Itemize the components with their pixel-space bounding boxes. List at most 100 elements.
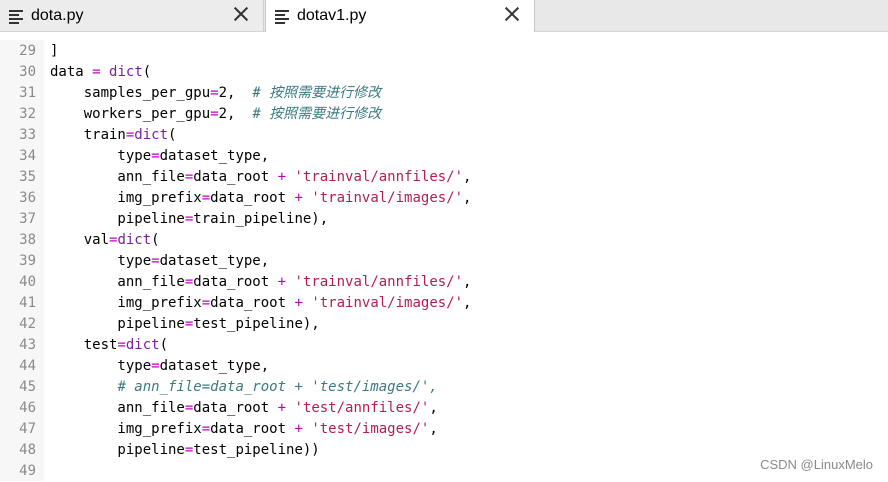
line-number: 30 (19, 64, 36, 80)
line-number: 37 (19, 211, 36, 227)
code-string: 'trainval/images/' (311, 295, 464, 311)
code-token: data (50, 64, 93, 80)
code-token: + (277, 169, 287, 185)
code-token: = (151, 148, 160, 164)
code-keyword: dict (109, 64, 143, 80)
code-line[interactable]: ann_file=data_root + 'trainval/annfiles/… (50, 272, 471, 293)
line-number: 31 (19, 85, 36, 101)
code-line[interactable]: img_prefix=data_root + 'test/images/', (50, 419, 438, 440)
line-number: 40 (19, 274, 36, 290)
close-icon[interactable] (233, 6, 249, 22)
code-line[interactable]: # ann_file=data_root + 'test/images/', (50, 377, 438, 398)
code-line[interactable]: data = dict( (50, 62, 151, 83)
code-token: data_root (210, 421, 295, 437)
line-number: 49 (19, 463, 36, 479)
code-token: pipeline (50, 442, 185, 458)
code-token: dataset_type, (159, 358, 270, 374)
code-line[interactable]: test=dict( (50, 335, 168, 356)
code-token: ann_file (50, 400, 185, 416)
code-token: test_pipeline), (193, 316, 320, 332)
code-comment: # 按照需要进行修改 (252, 106, 382, 122)
code-keyword: dict (117, 232, 152, 248)
code-token: test_pipeline)) (193, 442, 320, 458)
tab-bar-empty-area (535, 0, 888, 31)
code-token: = (151, 358, 160, 374)
line-number: 43 (19, 337, 36, 353)
code-token: 2 (218, 106, 228, 122)
code-token: , (463, 169, 472, 185)
code-token: train (50, 127, 126, 143)
code-line[interactable]: pipeline=test_pipeline), (50, 314, 320, 335)
line-number: 47 (19, 421, 36, 437)
code-token: ( (159, 337, 169, 353)
code-token: val (50, 232, 110, 248)
code-token: , (429, 421, 438, 437)
code-token: , (227, 106, 253, 122)
code-token: data_root (210, 295, 295, 311)
code-token: test (50, 337, 118, 353)
line-number: 35 (19, 169, 36, 185)
code-string: 'trainval/annfiles/' (294, 274, 464, 290)
code-token: 2 (218, 85, 228, 101)
code-token: type (50, 148, 152, 164)
code-line[interactable]: pipeline=test_pipeline)) (50, 440, 320, 461)
code-token: img_prefix (50, 421, 202, 437)
code-token: ann_file (50, 169, 185, 185)
code-line[interactable]: train=dict( (50, 125, 177, 146)
code-line[interactable]: val=dict( (50, 230, 160, 251)
line-number: 48 (19, 442, 36, 458)
tab-label: dota.py (31, 6, 84, 24)
code-line[interactable]: samples_per_gpu=2, # 按照需要进行修改 (50, 83, 381, 104)
code-line[interactable]: img_prefix=data_root + 'trainval/images/… (50, 188, 471, 209)
code-token: dataset_type, (159, 148, 270, 164)
code-comment: # 按照需要进行修改 (252, 85, 382, 101)
line-number: 34 (19, 148, 36, 164)
code-token: , (429, 400, 438, 416)
line-number: 42 (19, 316, 36, 332)
code-line[interactable]: ] (50, 41, 58, 62)
code-token: , (227, 85, 253, 101)
code-token: ann_file (50, 274, 185, 290)
code-token: workers_per_gpu (50, 106, 211, 122)
tab-bar: dota.py dotav1.py (0, 0, 888, 32)
code-token: train_pipeline), (193, 211, 329, 227)
code-token: data_root (193, 400, 278, 416)
tab-dotav1-py[interactable]: dotav1.py (265, 0, 535, 32)
code-token: = (210, 106, 219, 122)
code-string: 'trainval/images/' (311, 190, 464, 206)
code-line[interactable]: ann_file=data_root + 'test/annfiles/', (50, 398, 438, 419)
line-number: 29 (19, 43, 36, 59)
line-number: 45 (19, 379, 36, 395)
code-token: ( (142, 64, 152, 80)
code-comment: # ann_file=data_root + 'test/images/', (117, 379, 438, 395)
code-token: pipeline (50, 316, 185, 332)
code-token: type (50, 253, 152, 269)
code-token: data_root (193, 169, 278, 185)
code-token: , (463, 274, 472, 290)
tab-dota-py[interactable]: dota.py (0, 0, 264, 31)
tab-label: dotav1.py (297, 7, 367, 24)
watermark: CSDN @LinuxMelo (760, 457, 873, 472)
code-token: + (277, 274, 287, 290)
code-line[interactable]: type=dataset_type, (50, 146, 269, 167)
code-token: = (92, 64, 101, 80)
text-file-icon (9, 9, 23, 24)
code-token: + (294, 421, 303, 437)
code-line[interactable]: pipeline=train_pipeline), (50, 209, 328, 230)
code-token: img_prefix (50, 190, 202, 206)
code-token: = (201, 190, 211, 206)
code-token: , (463, 295, 472, 311)
code-string: 'trainval/annfiles/' (294, 169, 464, 185)
code-token: + (277, 400, 287, 416)
code-line[interactable]: ann_file=data_root + 'trainval/annfiles/… (50, 167, 471, 188)
code-token: = (117, 337, 126, 353)
code-keyword: dict (125, 337, 160, 353)
code-line[interactable]: type=dataset_type, (50, 356, 269, 377)
close-icon[interactable] (504, 6, 520, 22)
code-line[interactable]: img_prefix=data_root + 'trainval/images/… (50, 293, 471, 314)
code-token: data_root (193, 274, 278, 290)
code-string: 'test/annfiles/' (294, 400, 430, 416)
code-line[interactable]: workers_per_gpu=2, # 按照需要进行修改 (50, 104, 381, 125)
line-number: 32 (19, 106, 36, 122)
code-line[interactable]: type=dataset_type, (50, 251, 269, 272)
